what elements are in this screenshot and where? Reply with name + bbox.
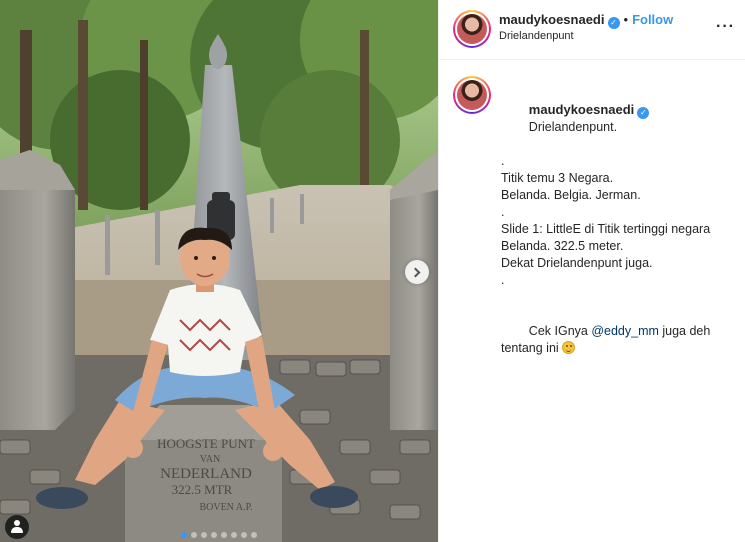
caption-line-1: Drielandenpunt. xyxy=(528,120,618,134)
more-options-icon[interactable]: ··· xyxy=(716,18,735,36)
verified-badge-icon: ✓ xyxy=(637,107,650,119)
caption-line-6: Slide 1: LittleE di Titik tertinggi nega… xyxy=(501,222,714,253)
plaque-line-1: HOOGSTE PUNT xyxy=(157,436,255,451)
location-link[interactable]: Drielandenpunt xyxy=(499,30,574,42)
carousel-next-button[interactable] xyxy=(405,260,429,284)
plaque-line-5: BOVEN A.P. xyxy=(199,502,252,513)
mention-link[interactable]: @eddy_mm xyxy=(591,324,659,338)
verified-badge-icon: ✓ xyxy=(607,17,620,29)
carousel-indicator xyxy=(0,532,438,538)
caption-avatar[interactable] xyxy=(453,76,491,114)
carousel-dot xyxy=(181,532,187,538)
post-photo[interactable]: HOOGSTE PUNT VAN NEDERLAND 322.5 MTR BOV… xyxy=(0,0,438,542)
plaque-line-2: VAN xyxy=(200,454,220,465)
carousel-dot xyxy=(211,532,217,538)
chevron-right-icon xyxy=(410,267,421,277)
caption-text: maudykoesnaedi ✓ Drielandenpunt. . Titik … xyxy=(501,84,737,374)
carousel-dot xyxy=(251,532,257,538)
caption-line-3: Titik temu 3 Negara. xyxy=(501,171,614,185)
caption-line-4: Belanda. Belgia. Jerman. xyxy=(501,188,641,202)
avatar[interactable] xyxy=(453,10,491,48)
carousel-dot xyxy=(241,532,247,538)
post-header: maudykoesnaedi ✓ • Follow Drielandenpunt ··… xyxy=(439,0,745,60)
plaque-line-4: 322.5 MTR xyxy=(172,482,233,497)
caption-line-7: Dekat Drielandenpunt juga. xyxy=(501,256,653,270)
caption-line-8: . xyxy=(501,273,505,287)
carousel-dot xyxy=(191,532,197,538)
carousel-dot xyxy=(231,532,237,538)
user-tag-icon xyxy=(14,520,20,526)
carousel-dot xyxy=(201,532,207,538)
photo-scene: HOOGSTE PUNT VAN NEDERLAND 322.5 MTR BOV… xyxy=(0,0,438,542)
caption-line-9-text: Cek IGnya xyxy=(528,324,592,338)
smiling-face-emoji-icon xyxy=(562,341,576,354)
caption-line-2: . xyxy=(501,154,505,168)
caption-username-link[interactable]: maudykoesnaedi xyxy=(529,102,635,117)
caption-line-5: . xyxy=(501,205,505,219)
plaque-line-3: NEDERLAND xyxy=(160,466,252,482)
header-separator: • xyxy=(623,12,629,27)
post-details-panel: maudykoesnaedi ✓ • Follow Drielandenpunt ··… xyxy=(438,0,745,542)
carousel-dot xyxy=(221,532,227,538)
follow-button[interactable]: Follow xyxy=(632,12,673,27)
header-username-link[interactable]: maudykoesnaedi xyxy=(499,12,605,27)
